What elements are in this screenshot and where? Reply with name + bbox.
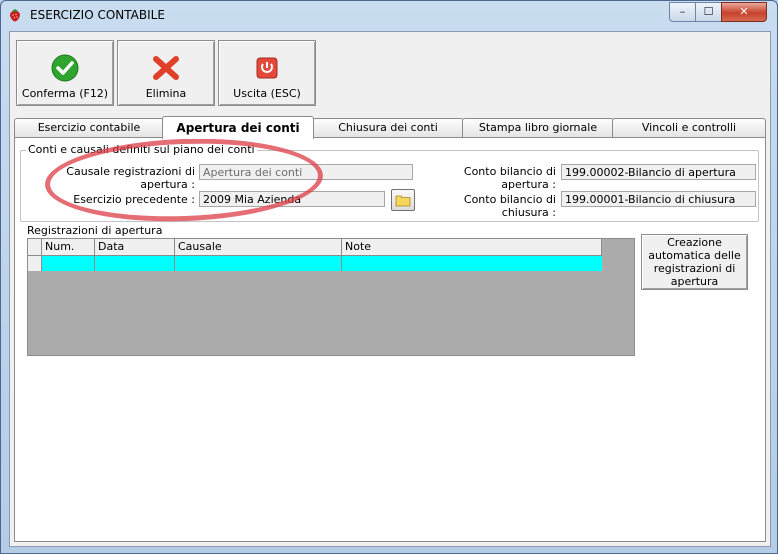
table-row[interactable] (42, 256, 602, 271)
window-title: ESERCIZIO CONTABILE (30, 8, 165, 22)
grid-header: Num. Data Causale Note (28, 239, 602, 256)
conto-apertura-label: Conto bilancio di apertura : (463, 165, 556, 191)
maximize-button[interactable]: ☐ (695, 2, 722, 22)
title-bar[interactable]: ESERCIZIO CONTABILE – ☐ ✕ (1, 1, 777, 29)
row-indicator-header (28, 239, 42, 255)
esercizio-precedente-label: Esercizio precedente : (73, 193, 195, 206)
strawberry-app-icon (10, 9, 20, 22)
group-title: Conti e causali definiti sul piano dei c… (26, 143, 257, 156)
confirm-button[interactable]: Conferma (F12) (16, 40, 114, 106)
browse-button[interactable] (391, 189, 415, 211)
conto-chiusura-label: Conto bilancio di chiusura : (463, 193, 556, 219)
confirm-label: Conferma (F12) (21, 87, 109, 100)
conto-apertura-field[interactable]: 199.00002-Bilancio di apertura (561, 164, 756, 180)
esercizio-precedente-field[interactable]: 2009 Mia Azienda (199, 191, 385, 207)
tab-apertura-dei-conti[interactable]: Apertura dei conti (162, 116, 314, 139)
conto-chiusura-field[interactable]: 199.00001-Bilancio di chiusura (561, 191, 756, 207)
tab-esercizio-contabile[interactable]: Esercizio contabile (14, 118, 164, 137)
row-cell-divider (174, 256, 175, 271)
main-window: ESERCIZIO CONTABILE – ☐ ✕ Conferma (F12)… (0, 0, 778, 554)
delete-label: Elimina (145, 87, 187, 100)
exit-button[interactable]: Uscita (ESC) (218, 40, 316, 106)
row-cell-divider (94, 256, 95, 271)
auto-create-registrations-button[interactable]: Creazione automatica delle registrazioni… (641, 234, 748, 290)
accounts-groupbox: Conti e causali definiti sul piano dei c… (20, 143, 759, 222)
row-indicator[interactable] (28, 256, 42, 271)
registrazioni-grid[interactable]: Num. Data Causale Note (27, 238, 635, 356)
col-note[interactable]: Note (342, 239, 602, 255)
registrazioni-title: Registrazioni di apertura (27, 224, 163, 237)
col-causale[interactable]: Causale (175, 239, 342, 255)
tab-strip: Esercizio contabile Apertura dei conti C… (14, 116, 766, 139)
tab-stampa-libro-giornale[interactable]: Stampa libro giornale (462, 118, 614, 137)
client-area: Conferma (F12) Elimina Uscita (ESC) Eser… (9, 31, 771, 547)
close-button[interactable]: ✕ (721, 2, 767, 22)
causale-field[interactable]: Apertura dei conti (199, 164, 413, 180)
check-icon (51, 54, 79, 82)
tab-vincoli-e-controlli[interactable]: Vincoli e controlli (612, 118, 766, 137)
folder-icon (395, 195, 411, 207)
power-icon (256, 57, 278, 79)
delete-button[interactable]: Elimina (117, 40, 215, 106)
tab-chiusura-dei-conti[interactable]: Chiusura dei conti (312, 118, 464, 137)
minimize-button[interactable]: – (669, 2, 696, 22)
row-cell-divider (341, 256, 342, 271)
red-x-icon (153, 56, 179, 80)
exit-label: Uscita (ESC) (233, 87, 301, 100)
tab-panel: Conti e causali definiti sul piano dei c… (14, 137, 766, 542)
col-data[interactable]: Data (95, 239, 175, 255)
col-num[interactable]: Num. (42, 239, 95, 255)
causale-label: Causale registrazioni di apertura : (66, 165, 195, 191)
